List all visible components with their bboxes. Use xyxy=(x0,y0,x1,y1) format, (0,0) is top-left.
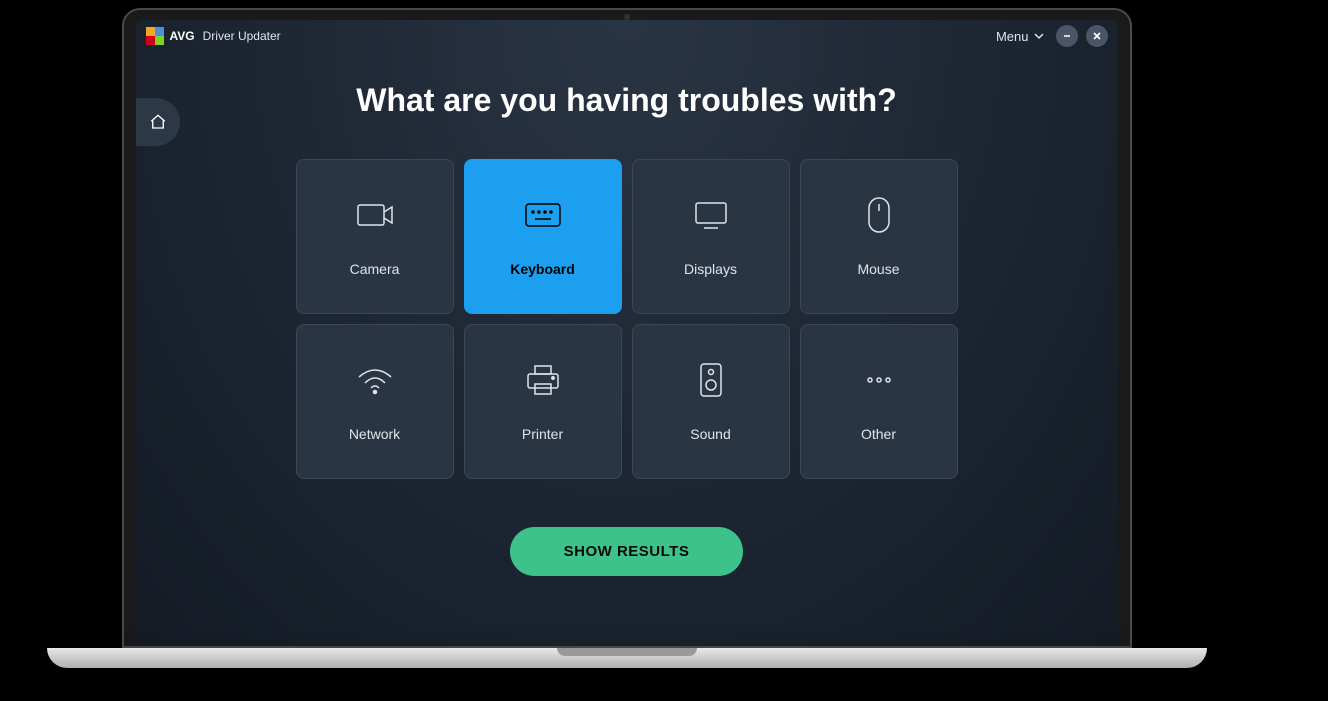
laptop-mockup: AVG Driver Updater Menu xyxy=(122,8,1207,668)
tile-other[interactable]: Other xyxy=(800,324,958,479)
tile-network[interactable]: Network xyxy=(296,324,454,479)
mouse-icon xyxy=(858,197,900,233)
speaker-icon xyxy=(690,362,732,398)
page-heading: What are you having troubles with? xyxy=(196,82,1058,119)
app-window: AVG Driver Updater Menu xyxy=(136,20,1118,646)
window-controls xyxy=(1056,25,1108,47)
tile-displays[interactable]: Displays xyxy=(632,159,790,314)
more-icon xyxy=(858,362,900,398)
main-content: What are you having troubles with? Camer… xyxy=(136,52,1118,576)
brand-name: AVG xyxy=(170,29,195,43)
show-results-button[interactable]: SHOW RESULTS xyxy=(510,527,744,576)
display-icon xyxy=(690,197,732,233)
product-name: Driver Updater xyxy=(203,29,281,43)
menu-label: Menu xyxy=(996,29,1029,44)
tile-camera[interactable]: Camera xyxy=(296,159,454,314)
tile-label: Displays xyxy=(684,261,737,277)
app-logo-block: AVG Driver Updater xyxy=(146,27,281,45)
tile-label: Other xyxy=(861,426,896,442)
tile-label: Network xyxy=(349,426,400,442)
close-button[interactable] xyxy=(1086,25,1108,47)
tile-label: Camera xyxy=(350,261,400,277)
minimize-icon xyxy=(1062,31,1072,41)
printer-icon xyxy=(522,362,564,398)
tile-sound[interactable]: Sound xyxy=(632,324,790,479)
wifi-icon xyxy=(354,362,396,398)
close-icon xyxy=(1092,31,1102,41)
chevron-down-icon xyxy=(1034,31,1044,41)
keyboard-icon xyxy=(522,197,564,233)
tile-keyboard[interactable]: Keyboard xyxy=(464,159,622,314)
laptop-frame: AVG Driver Updater Menu xyxy=(122,8,1132,648)
titlebar: AVG Driver Updater Menu xyxy=(136,20,1118,52)
category-grid: Camera Keyboard Displays xyxy=(196,159,1058,479)
tile-label: Sound xyxy=(690,426,730,442)
menu-button[interactable]: Menu xyxy=(996,29,1044,44)
tile-mouse[interactable]: Mouse xyxy=(800,159,958,314)
tile-label: Mouse xyxy=(857,261,899,277)
tile-label: Printer xyxy=(522,426,563,442)
home-icon xyxy=(149,113,167,131)
tile-printer[interactable]: Printer xyxy=(464,324,622,479)
home-button[interactable] xyxy=(136,98,180,146)
tile-label: Keyboard xyxy=(510,261,575,277)
minimize-button[interactable] xyxy=(1056,25,1078,47)
laptop-base xyxy=(47,648,1207,668)
camera-icon xyxy=(354,197,396,233)
avg-logo-icon xyxy=(146,27,164,45)
